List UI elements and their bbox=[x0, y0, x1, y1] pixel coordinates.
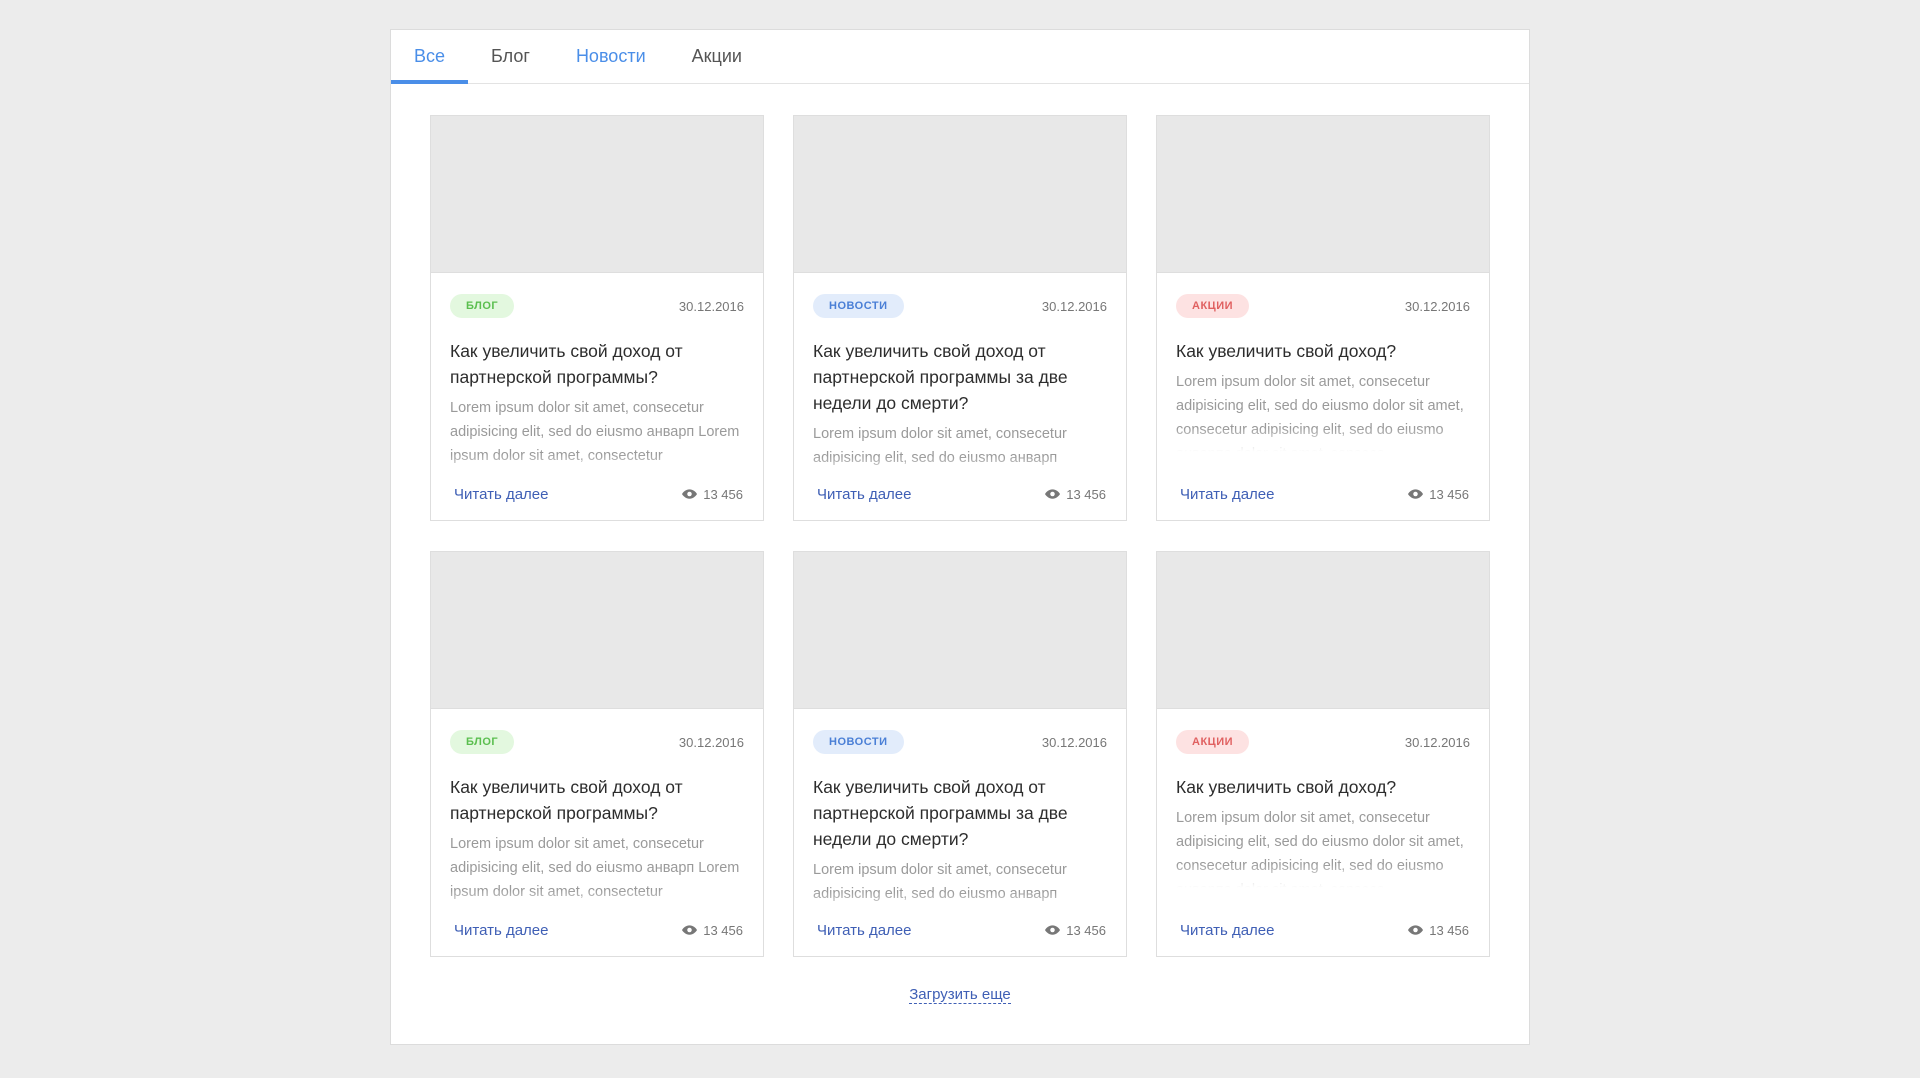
article-card: акции 30.12.2016 Как увеличить свой дохо… bbox=[1156, 551, 1490, 957]
view-count: 13 456 bbox=[682, 923, 743, 938]
load-more-container: Загрузить еще bbox=[391, 986, 1529, 1004]
card-title[interactable]: Как увеличить свой доход от партнерской … bbox=[813, 774, 1107, 852]
card-date: 30.12.2016 bbox=[1404, 734, 1470, 750]
view-count: 13 456 bbox=[1408, 923, 1469, 938]
card-excerpt: Lorem ipsum dolor sit amet, consecetur a… bbox=[1176, 806, 1470, 890]
article-card: новости 30.12.2016 Как увеличить свой до… bbox=[793, 551, 1127, 957]
card-image-placeholder bbox=[1157, 552, 1489, 709]
card-excerpt: Lorem ipsum dolor sit amet, consecetur a… bbox=[1176, 370, 1470, 454]
view-count-value: 13 456 bbox=[1429, 486, 1469, 502]
view-count-value: 13 456 bbox=[703, 922, 743, 938]
tab-all[interactable]: Все bbox=[391, 30, 469, 84]
card-image-placeholder bbox=[1157, 116, 1489, 273]
category-badge: акции bbox=[1176, 730, 1250, 754]
eye-icon bbox=[1408, 489, 1424, 499]
view-count: 13 456 bbox=[1045, 487, 1106, 502]
card-image-placeholder bbox=[431, 552, 763, 709]
read-more-link[interactable]: Читать далее bbox=[454, 486, 548, 503]
tab-news[interactable]: Новости bbox=[553, 30, 669, 83]
tab-blog[interactable]: Блог bbox=[468, 30, 553, 83]
card-date: 30.12.2016 bbox=[1041, 298, 1107, 314]
load-more-link[interactable]: Загрузить еще bbox=[909, 986, 1011, 1004]
view-count: 13 456 bbox=[1408, 487, 1469, 502]
card-date: 30.12.2016 bbox=[1041, 734, 1107, 750]
tab-promo[interactable]: Акции bbox=[669, 30, 765, 83]
card-title[interactable]: Как увеличить свой доход от партнерской … bbox=[813, 338, 1107, 416]
card-image-placeholder bbox=[794, 552, 1126, 709]
category-badge: новости bbox=[813, 730, 904, 754]
card-image-placeholder bbox=[431, 116, 763, 273]
article-card: акции 30.12.2016 Как увеличить свой дохо… bbox=[1156, 115, 1490, 521]
category-badge: блог bbox=[450, 294, 515, 318]
view-count-value: 13 456 bbox=[703, 486, 743, 502]
read-more-link[interactable]: Читать далее bbox=[454, 922, 548, 939]
article-card: блог 30.12.2016 Как увеличить свой доход… bbox=[430, 551, 764, 957]
view-count-value: 13 456 bbox=[1066, 486, 1106, 502]
card-title[interactable]: Как увеличить свой доход? bbox=[1176, 338, 1470, 364]
read-more-link[interactable]: Читать далее bbox=[1180, 486, 1274, 503]
card-title[interactable]: Как увеличить свой доход от партнерской … bbox=[450, 338, 744, 390]
read-more-link[interactable]: Читать далее bbox=[1180, 922, 1274, 939]
read-more-link[interactable]: Читать далее bbox=[817, 486, 911, 503]
card-title[interactable]: Как увеличить свой доход от партнерской … bbox=[450, 774, 744, 826]
cards-grid: блог 30.12.2016 Как увеличить свой доход… bbox=[430, 115, 1490, 957]
eye-icon bbox=[682, 925, 698, 935]
view-count: 13 456 bbox=[1045, 923, 1106, 938]
card-date: 30.12.2016 bbox=[1404, 298, 1470, 314]
article-card: блог 30.12.2016 Как увеличить свой доход… bbox=[430, 115, 764, 521]
category-badge: блог bbox=[450, 730, 515, 754]
article-card: новости 30.12.2016 Как увеличить свой до… bbox=[793, 115, 1127, 521]
category-badge: новости bbox=[813, 294, 904, 318]
eye-icon bbox=[1045, 925, 1061, 935]
eye-icon bbox=[1045, 489, 1061, 499]
view-count: 13 456 bbox=[682, 487, 743, 502]
eye-icon bbox=[682, 489, 698, 499]
card-title[interactable]: Как увеличить свой доход? bbox=[1176, 774, 1470, 800]
category-badge: акции bbox=[1176, 294, 1250, 318]
view-count-value: 13 456 bbox=[1429, 922, 1469, 938]
card-image-placeholder bbox=[794, 116, 1126, 273]
eye-icon bbox=[1408, 925, 1424, 935]
card-date: 30.12.2016 bbox=[678, 298, 744, 314]
view-count-value: 13 456 bbox=[1066, 922, 1106, 938]
filter-tabs: Все Блог Новости Акции bbox=[391, 30, 1529, 84]
content-panel: Все Блог Новости Акции блог 30.12.2016 К… bbox=[390, 29, 1530, 1045]
card-date: 30.12.2016 bbox=[678, 734, 744, 750]
read-more-link[interactable]: Читать далее bbox=[817, 922, 911, 939]
